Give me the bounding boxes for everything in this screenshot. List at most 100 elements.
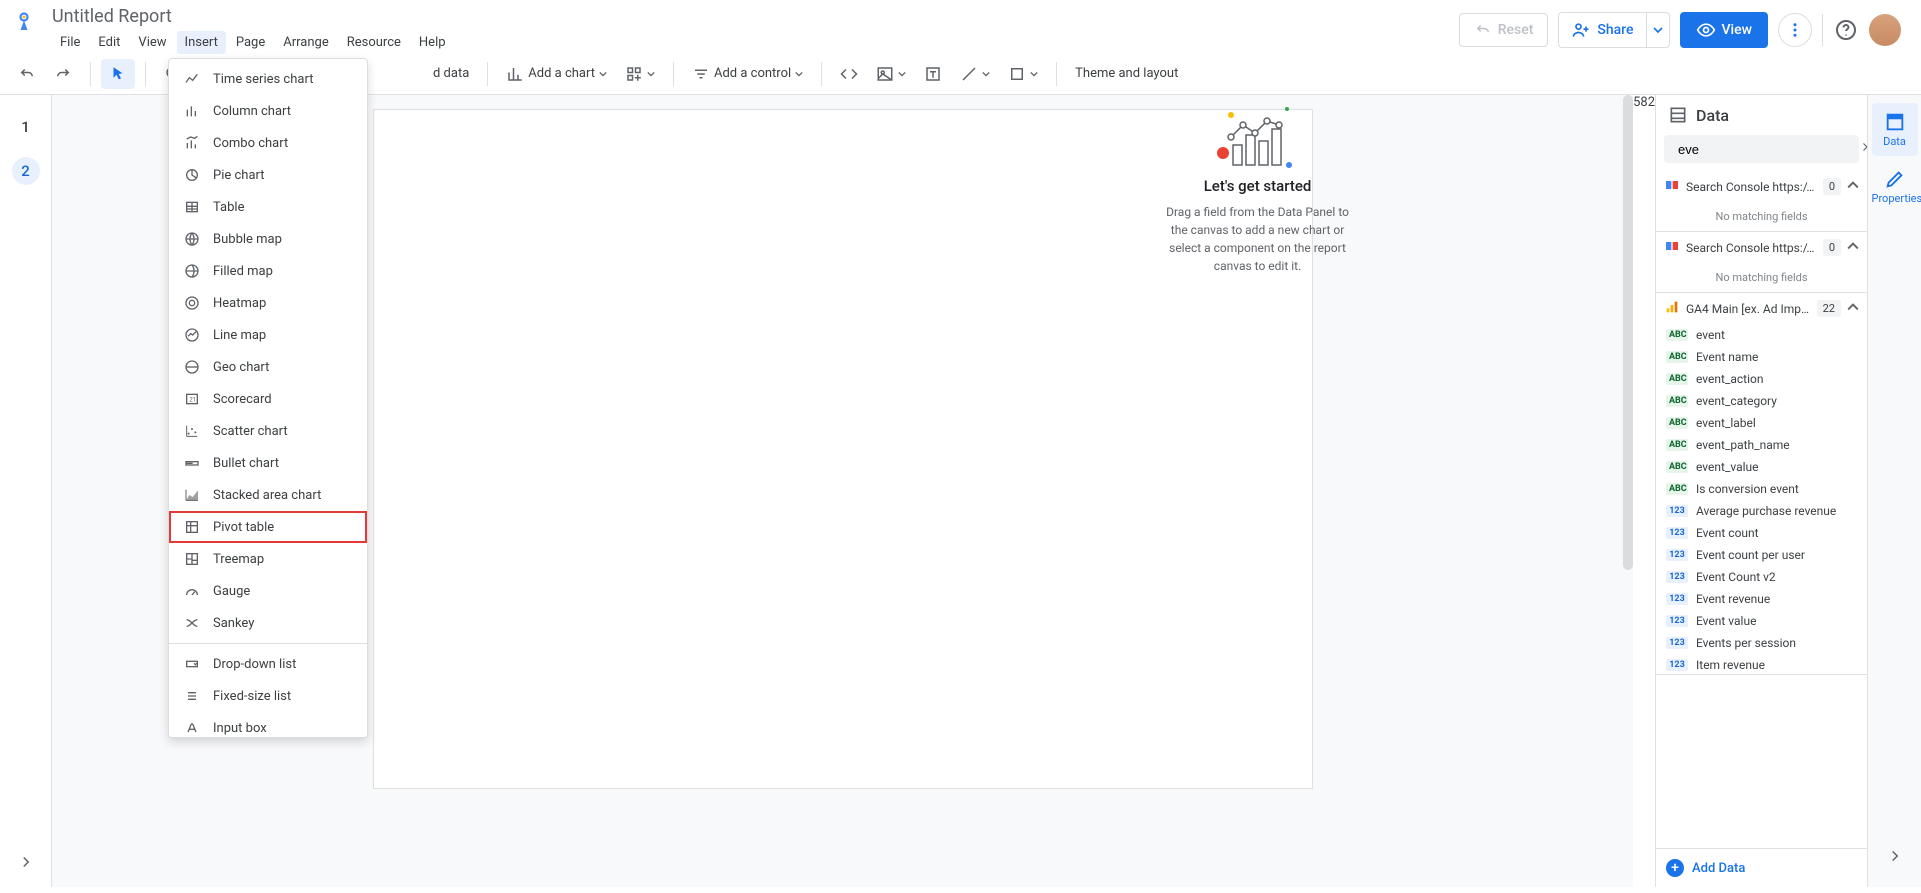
caret-down-icon xyxy=(898,70,906,78)
field-item[interactable]: ABCEvent name xyxy=(1656,346,1867,368)
data-source-header[interactable]: Search Console https://ww…0 xyxy=(1656,232,1867,263)
insert-menu-item-line-map[interactable]: Line map xyxy=(169,319,367,351)
field-item[interactable]: ABCevent_path_name xyxy=(1656,434,1867,456)
field-item[interactable]: ABCevent xyxy=(1656,324,1867,346)
field-item[interactable]: 123Event count xyxy=(1656,522,1867,544)
insert-menu-item-treemap[interactable]: Treemap xyxy=(169,543,367,575)
menu-edit[interactable]: Edit xyxy=(90,31,128,54)
data-source-name: Search Console https://ww… xyxy=(1686,241,1817,255)
insert-menu-item-drop-down-list[interactable]: Drop-down list xyxy=(169,648,367,680)
insert-menu-item-bubble-map[interactable]: Bubble map xyxy=(169,223,367,255)
rail-data-button[interactable]: Data xyxy=(1872,103,1918,156)
table-icon xyxy=(183,198,201,216)
data-source-block: GA4 Main [ex. Ad Impressi…22ABCeventABCE… xyxy=(1656,293,1867,675)
insert-menu-item-fixed-size-list[interactable]: Fixed-size list xyxy=(169,680,367,712)
field-item[interactable]: 123Average purchase revenue xyxy=(1656,500,1867,522)
menu-help[interactable]: Help xyxy=(411,31,454,54)
data-search-input[interactable] xyxy=(1678,142,1854,157)
field-item[interactable]: 123Events per session xyxy=(1656,632,1867,654)
insert-menu-item-heatmap[interactable]: Heatmap xyxy=(169,287,367,319)
rail-next-button[interactable] xyxy=(1886,847,1904,869)
report-title[interactable]: Untitled Report xyxy=(52,6,454,27)
more-options-button[interactable] xyxy=(1778,13,1812,47)
field-list: ABCeventABCEvent nameABCevent_actionABCe… xyxy=(1656,324,1867,674)
help-button[interactable] xyxy=(1833,17,1859,43)
selection-tool-button[interactable] xyxy=(101,59,135,89)
page-thumb-2[interactable]: 2 xyxy=(12,157,40,185)
rail-properties-button[interactable]: Properties xyxy=(1872,160,1918,213)
field-item[interactable]: 123Event count per user xyxy=(1656,544,1867,566)
add-control-button[interactable]: Add a control xyxy=(684,59,811,89)
field-item[interactable]: 123Event value xyxy=(1656,610,1867,632)
share-button[interactable]: Share xyxy=(1558,12,1646,48)
data-source-header[interactable]: Search Console https://ww…0 xyxy=(1656,171,1867,202)
menu-separator xyxy=(169,643,367,644)
add-chart-button[interactable]: Add a chart xyxy=(498,59,615,89)
community-viz-button[interactable] xyxy=(617,59,663,89)
view-button[interactable]: View xyxy=(1680,12,1769,48)
text-type-badge: ABC xyxy=(1666,373,1688,385)
insert-menu-item-pivot-table[interactable]: Pivot table xyxy=(169,511,367,543)
divider xyxy=(1822,14,1823,46)
data-panel: Data Search Console https://ww…0No match… xyxy=(1655,95,1867,887)
menu-insert[interactable]: Insert xyxy=(177,31,226,54)
insert-menu-item-sankey[interactable]: Sankey xyxy=(169,607,367,639)
insert-menu-item-filled-map[interactable]: Filled map xyxy=(169,255,367,287)
chevron-right-icon xyxy=(17,853,35,871)
field-item[interactable]: ABCevent_value xyxy=(1656,456,1867,478)
menu-file[interactable]: File xyxy=(52,31,88,54)
redo-button[interactable] xyxy=(46,59,80,89)
menu-page[interactable]: Page xyxy=(228,31,273,54)
field-item[interactable]: ABCIs conversion event xyxy=(1656,478,1867,500)
insert-menu-item-bullet-chart[interactable]: Bullet chart xyxy=(169,447,367,479)
field-item[interactable]: ABCevent_label xyxy=(1656,412,1867,434)
insert-menu-item-input-box[interactable]: Input box xyxy=(169,712,367,738)
page-thumb-1[interactable]: 1 xyxy=(12,113,40,141)
square-icon xyxy=(1008,65,1026,83)
insert-menu-item-combo-chart[interactable]: Combo chart xyxy=(169,127,367,159)
text-button[interactable] xyxy=(916,59,950,89)
number-type-badge: 123 xyxy=(1666,637,1688,649)
line-button[interactable] xyxy=(952,59,998,89)
canvas-scrollbar[interactable] xyxy=(1623,95,1633,570)
insert-menu-item-stacked-area-chart[interactable]: Stacked area chart xyxy=(169,479,367,511)
page-nav-next[interactable] xyxy=(17,853,35,875)
scorecard-icon: 21 xyxy=(183,390,201,408)
insert-menu-item-geo-chart[interactable]: Geo chart xyxy=(169,351,367,383)
insert-menu-label: Combo chart xyxy=(213,136,288,151)
field-item[interactable]: 123Item revenue xyxy=(1656,654,1867,674)
embed-button[interactable] xyxy=(832,59,866,89)
insert-menu-item-gauge[interactable]: Gauge xyxy=(169,575,367,607)
undo-reset-icon xyxy=(1474,21,1492,39)
user-avatar[interactable] xyxy=(1869,14,1901,46)
image-button[interactable] xyxy=(868,59,914,89)
add-data-button[interactable]: + Add Data xyxy=(1656,848,1867,887)
caret-down-icon xyxy=(647,70,655,78)
field-item[interactable]: 123Event revenue xyxy=(1656,588,1867,610)
insert-menu-item-column-chart[interactable]: Column chart xyxy=(169,95,367,127)
header: Untitled Report File Edit View Insert Pa… xyxy=(0,0,1921,54)
collapse-caret-icon xyxy=(1847,179,1859,194)
insert-menu-item-scatter-chart[interactable]: Scatter chart xyxy=(169,415,367,447)
field-item[interactable]: 123Event Count v2 xyxy=(1656,566,1867,588)
insert-menu-item-time-series-chart[interactable]: Time series chart xyxy=(169,63,367,95)
insert-menu-item-pie-chart[interactable]: Pie chart xyxy=(169,159,367,191)
menu-arrange[interactable]: Arrange xyxy=(275,31,336,54)
share-dropdown-caret[interactable] xyxy=(1647,12,1670,48)
menu-resource[interactable]: Resource xyxy=(339,31,409,54)
field-item[interactable]: ABCevent_action xyxy=(1656,368,1867,390)
insert-menu-label: Pie chart xyxy=(213,168,265,183)
insert-menu-item-table[interactable]: Table xyxy=(169,191,367,223)
pivot-table-icon xyxy=(183,518,201,536)
data-source-count: 0 xyxy=(1823,178,1841,195)
filled-map-icon xyxy=(183,262,201,280)
shape-button[interactable] xyxy=(1000,59,1046,89)
insert-menu-item-scorecard[interactable]: 21Scorecard xyxy=(169,383,367,415)
data-source-header[interactable]: GA4 Main [ex. Ad Impressi…22 xyxy=(1656,293,1867,324)
theme-layout-button[interactable]: Theme and layout xyxy=(1067,60,1186,87)
menu-view[interactable]: View xyxy=(130,31,174,54)
field-item[interactable]: ABCevent_category xyxy=(1656,390,1867,412)
undo-button[interactable] xyxy=(10,59,44,89)
add-data-button[interactable]: d data xyxy=(425,60,477,87)
insert-menu-label: Gauge xyxy=(213,584,250,599)
